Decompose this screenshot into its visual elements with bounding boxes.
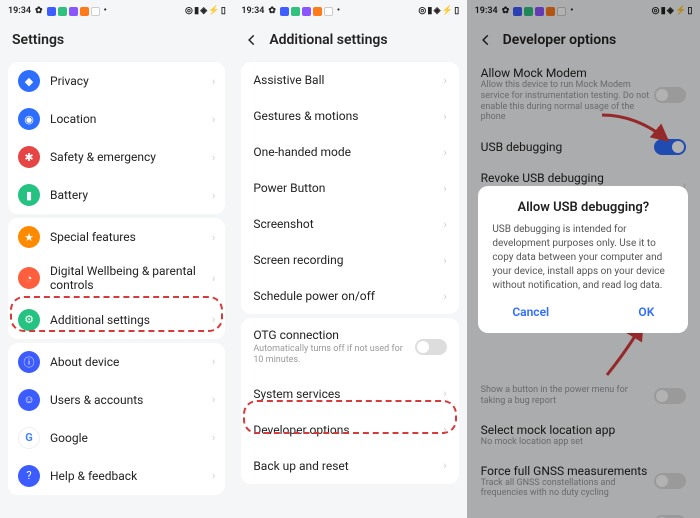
chevron-right-icon: › [212, 355, 215, 368]
usb-debugging-dialog: Allow USB debugging? USB debugging is in… [478, 186, 688, 333]
item-system-services[interactable]: System services› [241, 376, 458, 412]
status-app-icons [47, 7, 100, 16]
settings-item-wellbeing[interactable]: ◔Digital Wellbeing & parental controls› [8, 256, 225, 301]
settings-item-users[interactable]: ☺Users & accounts› [8, 381, 225, 419]
settings-item-google[interactable]: GGoogle› [8, 419, 225, 457]
wellbeing-icon: ◔ [18, 267, 40, 289]
additional-settings-panel: 19:34 ✿ • ◎ ▮ ◈ ⚡ ▯ Additional settings … [233, 0, 466, 518]
dialog-title: Allow USB debugging? [492, 200, 674, 215]
settings-item-battery[interactable]: ▮Battery› [8, 176, 225, 214]
cancel-button[interactable]: Cancel [512, 305, 549, 319]
status-right-icons: ◎ ▮ ◈ ⚡ ▯ [185, 6, 225, 16]
chevron-right-icon: › [443, 182, 446, 195]
battery-icon: ▮ [18, 184, 40, 206]
item-one-handed[interactable]: One-handed mode› [241, 134, 458, 170]
additional-group-otg: OTG connectionAutomatically turns off if… [241, 318, 458, 484]
status-bar: 19:34 ✿ • ◎ ▮ ◈ ⚡ ▯ [0, 0, 233, 22]
item-screenshot[interactable]: Screenshot› [241, 206, 458, 242]
status-time: 19:34 [241, 6, 264, 16]
item-power-button[interactable]: Power Button› [241, 170, 458, 206]
star-icon: ★ [18, 226, 40, 248]
safety-icon: ✱ [18, 146, 40, 168]
settings-item-help[interactable]: ?Help & feedback› [8, 457, 225, 495]
toggle-otg[interactable] [415, 339, 447, 355]
status-time: 19:34 [8, 6, 31, 16]
chevron-right-icon: › [212, 151, 215, 164]
info-icon: ⓘ [18, 351, 40, 373]
privacy-icon: ◆ [18, 70, 40, 92]
settings-panel: 19:34 ✿ • ◎ ▮ ◈ ⚡ ▯ Settings ◆Privacy› ◉… [0, 0, 233, 518]
google-icon: G [18, 427, 40, 449]
chevron-right-icon: › [443, 74, 446, 87]
chevron-right-icon: › [212, 189, 215, 202]
user-icon: ☺ [18, 389, 40, 411]
chevron-right-icon: › [212, 75, 215, 88]
page-title: Additional settings [269, 32, 387, 48]
item-backup-reset[interactable]: Back up and reset› [241, 448, 458, 484]
chevron-right-icon: › [212, 231, 215, 244]
settings-item-location[interactable]: ◉Location› [8, 100, 225, 138]
chevron-right-icon: › [443, 423, 446, 436]
item-otg[interactable]: OTG connectionAutomatically turns off if… [241, 318, 458, 376]
ok-button[interactable]: OK [638, 305, 654, 319]
chevron-right-icon: › [443, 218, 446, 231]
chevron-right-icon: › [443, 290, 446, 303]
chevron-right-icon: › [212, 469, 215, 482]
chevron-right-icon: › [212, 313, 215, 326]
status-bar: 19:34 ✿ • ◎ ▮ ◈ ⚡ ▯ [233, 0, 466, 22]
chevron-right-icon: › [212, 272, 215, 285]
settings-gear-icon: ✿ [35, 6, 43, 16]
settings-group-1: ◆Privacy› ◉Location› ✱Safety & emergency… [8, 62, 225, 214]
dialog-overlay: Allow USB debugging? USB debugging is in… [467, 0, 700, 518]
location-icon: ◉ [18, 108, 40, 130]
settings-item-safety[interactable]: ✱Safety & emergency› [8, 138, 225, 176]
item-schedule-power[interactable]: Schedule power on/off› [241, 278, 458, 314]
settings-item-about[interactable]: ⓘAbout device› [8, 343, 225, 381]
settings-item-privacy[interactable]: ◆Privacy› [8, 62, 225, 100]
settings-item-additional[interactable]: ⚙Additional settings› [8, 301, 225, 339]
item-developer-options[interactable]: Developer options› [241, 412, 458, 448]
settings-group-2: ★Special features› ◔Digital Wellbeing & … [8, 218, 225, 339]
item-assistive-ball[interactable]: Assistive Ball› [241, 62, 458, 98]
chevron-right-icon: › [443, 254, 446, 267]
page-title: Settings [0, 22, 233, 58]
chevron-right-icon: › [212, 113, 215, 126]
developer-options-panel: 19:34 ✿ • ◎ ▮ ◈ ⚡ ▯ Developer options Al… [467, 0, 700, 518]
chevron-right-icon: › [443, 459, 446, 472]
item-gestures[interactable]: Gestures & motions› [241, 98, 458, 134]
help-icon: ? [18, 465, 40, 487]
settings-group-3: ⓘAbout device› ☺Users & accounts› GGoogl… [8, 343, 225, 495]
chevron-right-icon: › [443, 146, 446, 159]
settings-item-special[interactable]: ★Special features› [8, 218, 225, 256]
chevron-right-icon: › [443, 110, 446, 123]
chevron-right-icon: › [212, 393, 215, 406]
gear-icon: ⚙ [18, 309, 40, 331]
header: Additional settings [233, 22, 466, 58]
chevron-right-icon: › [212, 431, 215, 444]
back-arrow-icon[interactable] [245, 33, 259, 47]
additional-group-1: Assistive Ball› Gestures & motions› One-… [241, 62, 458, 314]
chevron-right-icon: › [443, 387, 446, 400]
dialog-body: USB debugging is intended for developmen… [492, 223, 674, 293]
item-screen-recording[interactable]: Screen recording› [241, 242, 458, 278]
